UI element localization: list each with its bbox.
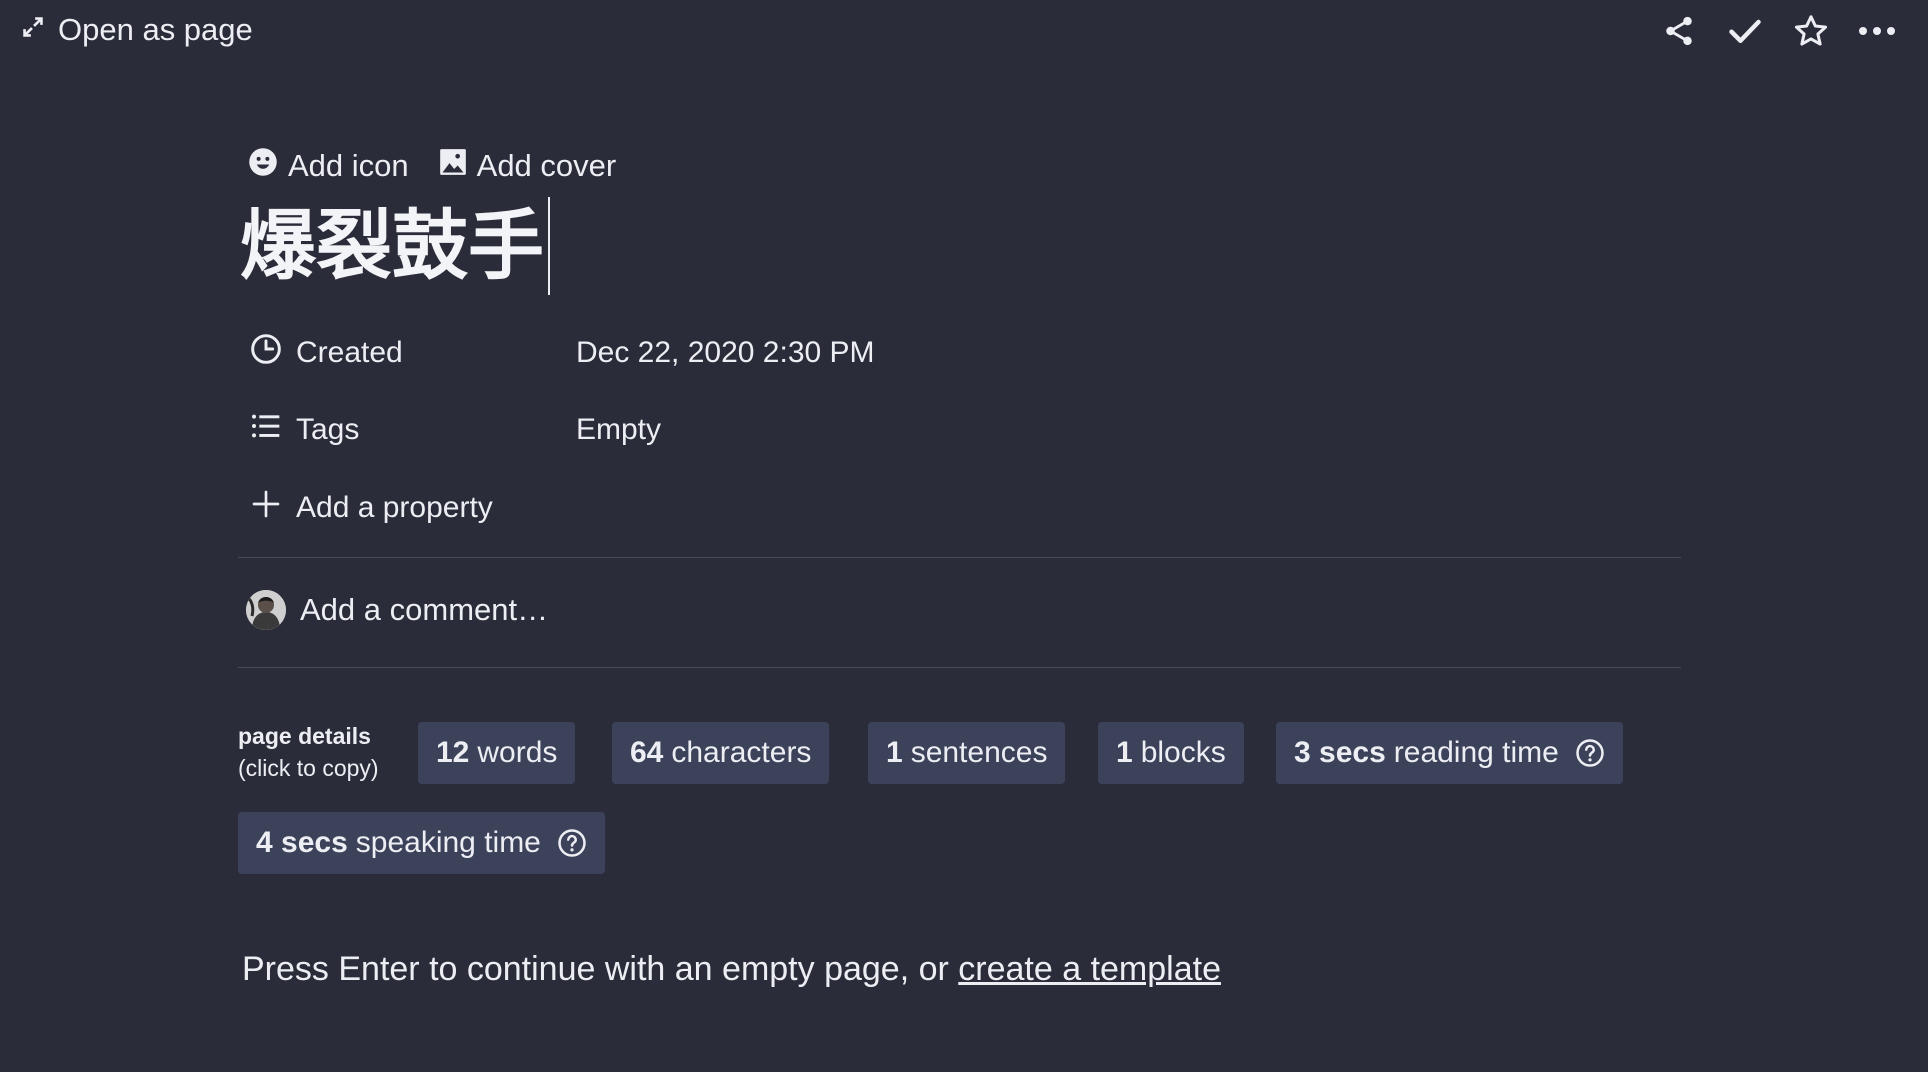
- page-title-text: 爆裂鼓手: [240, 201, 544, 290]
- chip-number: 4 secs: [256, 826, 348, 859]
- add-icon-button[interactable]: Add icon: [248, 147, 409, 185]
- add-property-button[interactable]: Add a property: [250, 488, 493, 528]
- sentences-chip[interactable]: 1 sentences: [868, 722, 1066, 784]
- clock-icon: [250, 333, 282, 373]
- property-value: Dec 22, 2020 2:30 PM: [576, 336, 875, 369]
- chip-text: sentences: [910, 736, 1048, 769]
- image-icon: [439, 148, 467, 184]
- reading-time-chip[interactable]: 3 secs reading time: [1276, 722, 1623, 784]
- chip-text: speaking time: [355, 826, 541, 859]
- chip-number: 64: [630, 736, 664, 769]
- chip-number: 1: [1116, 736, 1133, 769]
- open-as-page-button[interactable]: Open as page: [20, 12, 253, 48]
- property-created[interactable]: Created Dec 22, 2020 2:30 PM: [250, 333, 875, 373]
- plus-icon: [250, 488, 282, 528]
- chip-number: 12: [436, 736, 470, 769]
- add-comment-placeholder: Add a comment…: [300, 592, 549, 627]
- page-details-label: page details (click to copy): [238, 720, 379, 784]
- open-as-page-label: Open as page: [58, 12, 253, 47]
- chip-text: reading time: [1393, 736, 1559, 769]
- create-template-link[interactable]: create a template: [958, 950, 1221, 988]
- property-label-text: Created: [296, 336, 403, 369]
- speaking-time-chip[interactable]: 4 secs speaking time: [238, 812, 605, 874]
- expand-icon: [20, 12, 46, 48]
- page-details-title: page details: [238, 723, 371, 749]
- avatar: [246, 590, 286, 630]
- page-title[interactable]: 爆裂鼓手: [240, 196, 550, 296]
- list-icon: [250, 410, 282, 450]
- share-icon[interactable]: [1660, 12, 1698, 50]
- add-cover-button[interactable]: Add cover: [439, 147, 617, 185]
- chip-text: blocks: [1140, 736, 1226, 769]
- smiley-icon: [248, 147, 278, 185]
- property-label: Tags: [250, 410, 576, 450]
- property-label-text: Tags: [296, 413, 360, 446]
- check-icon[interactable]: [1726, 12, 1764, 50]
- divider: [238, 557, 1681, 558]
- add-comment-input[interactable]: Add a comment…: [246, 590, 548, 630]
- star-icon[interactable]: [1792, 12, 1830, 50]
- chip-text: words: [477, 736, 558, 769]
- chip-text: characters: [671, 736, 812, 769]
- text-cursor: [548, 197, 550, 295]
- top-bar: Open as page: [0, 0, 1928, 64]
- characters-chip[interactable]: 64 characters: [612, 722, 830, 784]
- add-property-label: Add a property: [296, 491, 493, 524]
- chip-number: 1: [886, 736, 903, 769]
- hint-text: Press Enter to continue with an empty pa…: [242, 950, 959, 988]
- add-cover-label: Add cover: [476, 148, 617, 183]
- help-icon[interactable]: [1575, 738, 1605, 768]
- property-label: Created: [250, 333, 576, 373]
- property-value[interactable]: Empty: [576, 413, 661, 447]
- chip-number: 3 secs: [1294, 736, 1386, 769]
- blocks-chip[interactable]: 1 blocks: [1098, 722, 1244, 784]
- top-actions: [1660, 12, 1896, 50]
- empty-page-hint: Press Enter to continue with an empty pa…: [242, 950, 1221, 989]
- help-icon[interactable]: [557, 828, 587, 858]
- divider: [238, 667, 1681, 668]
- page-header-actions: Add icon Add cover: [248, 147, 616, 185]
- property-tags[interactable]: Tags Empty: [250, 410, 661, 450]
- words-chip[interactable]: 12 words: [418, 722, 576, 784]
- page-details-subtitle: (click to copy): [238, 755, 379, 781]
- add-icon-label: Add icon: [288, 148, 409, 183]
- more-icon[interactable]: [1858, 12, 1896, 50]
